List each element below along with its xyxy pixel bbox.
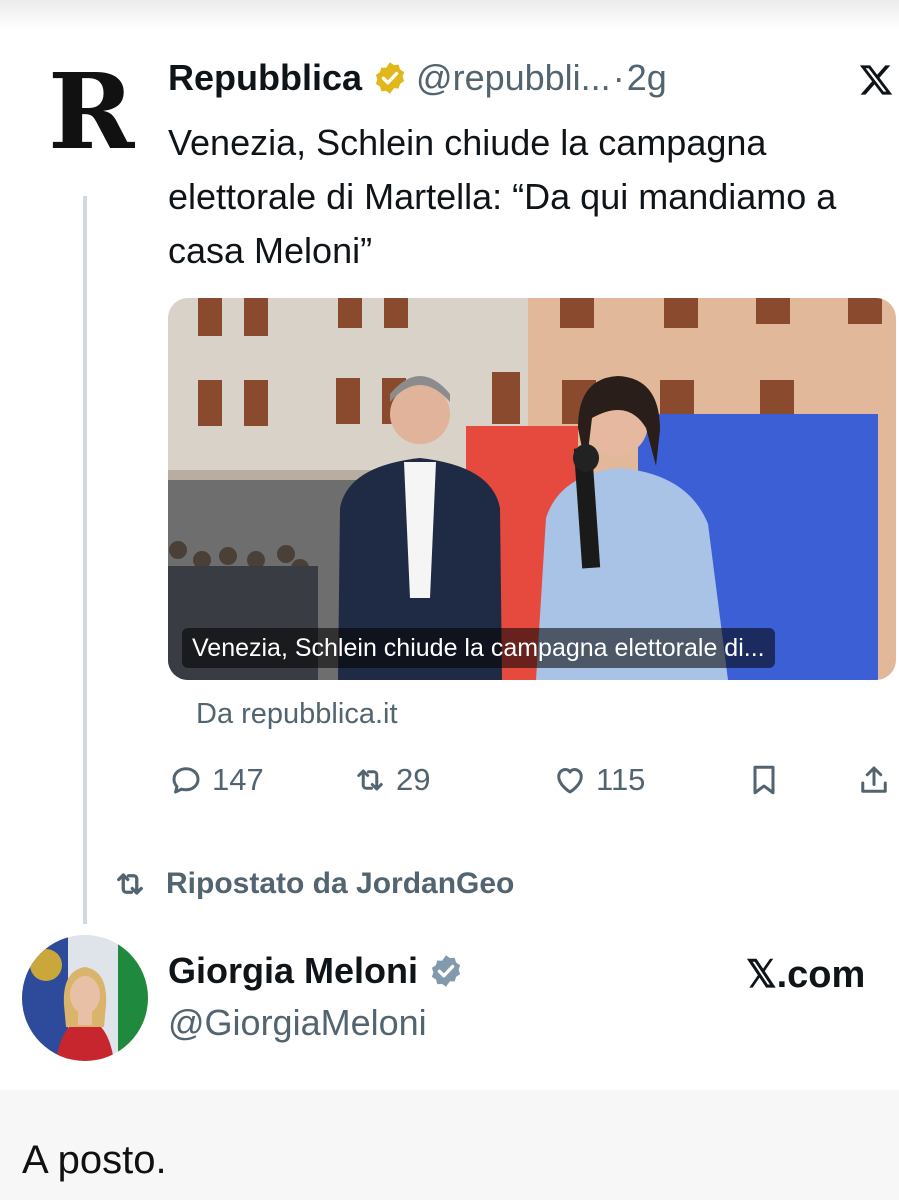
source-link[interactable]: Da repubblica.it [196,698,398,731]
like-icon [557,768,583,794]
tweet-header: Repubblica @repubbli... · 2g [168,56,667,100]
repost-icon [357,769,383,791]
meloni-avatar[interactable] [22,935,148,1061]
separator-dot: · [612,57,625,98]
share-button[interactable] [856,762,899,798]
bookmark-icon [753,765,775,795]
bottom-caption: A posto. [22,1138,167,1182]
avatar-photo [22,935,148,1061]
repost-icon [117,873,143,895]
repubblica-avatar[interactable]: R [48,60,134,164]
tweet-photo[interactable]: Venezia, Schlein chiude la campagna elet… [168,298,896,680]
repost-button[interactable]: 29 [352,762,430,798]
repost-label: Ripostato da JordanGeo [166,867,515,900]
verified-badge-icon [375,62,405,94]
reply-count: 147 [212,762,264,797]
media-caption: Venezia, Schlein chiude la campagna elet… [182,628,775,668]
quoted-header: Giorgia Meloni [168,950,464,992]
like-count: 115 [596,762,646,797]
x-com-brand: 𝕏.com [746,954,866,996]
share-icon [861,766,887,793]
reply-icon [172,767,200,794]
author-name[interactable]: Repubblica [168,57,362,99]
tweet-text: Venezia, Schlein chiude la campagna elet… [168,122,837,271]
rally-photo [168,298,896,680]
repost-indicator[interactable]: Ripostato da JordanGeo [112,866,514,902]
like-button[interactable]: 115 [552,762,645,798]
bookmark-button[interactable] [746,762,790,798]
thread-line [83,196,87,924]
screenshot-card: R Repubblica @repubbli... · 2g Venezia, … [0,0,899,1090]
author-handle[interactable]: @repubbli... [416,57,611,99]
top-shadow [0,0,899,30]
repost-count: 29 [396,762,431,797]
x-logo-icon [859,65,893,95]
action-bar: 147 29 115 [168,762,898,806]
timestamp[interactable]: 2g [627,57,667,99]
reply-button[interactable]: 147 [168,762,264,798]
verified-badge-icon [431,955,461,987]
quoted-handle[interactable]: @GiorgiaMeloni [168,1002,427,1044]
quoted-author-name[interactable]: Giorgia Meloni [168,950,418,992]
